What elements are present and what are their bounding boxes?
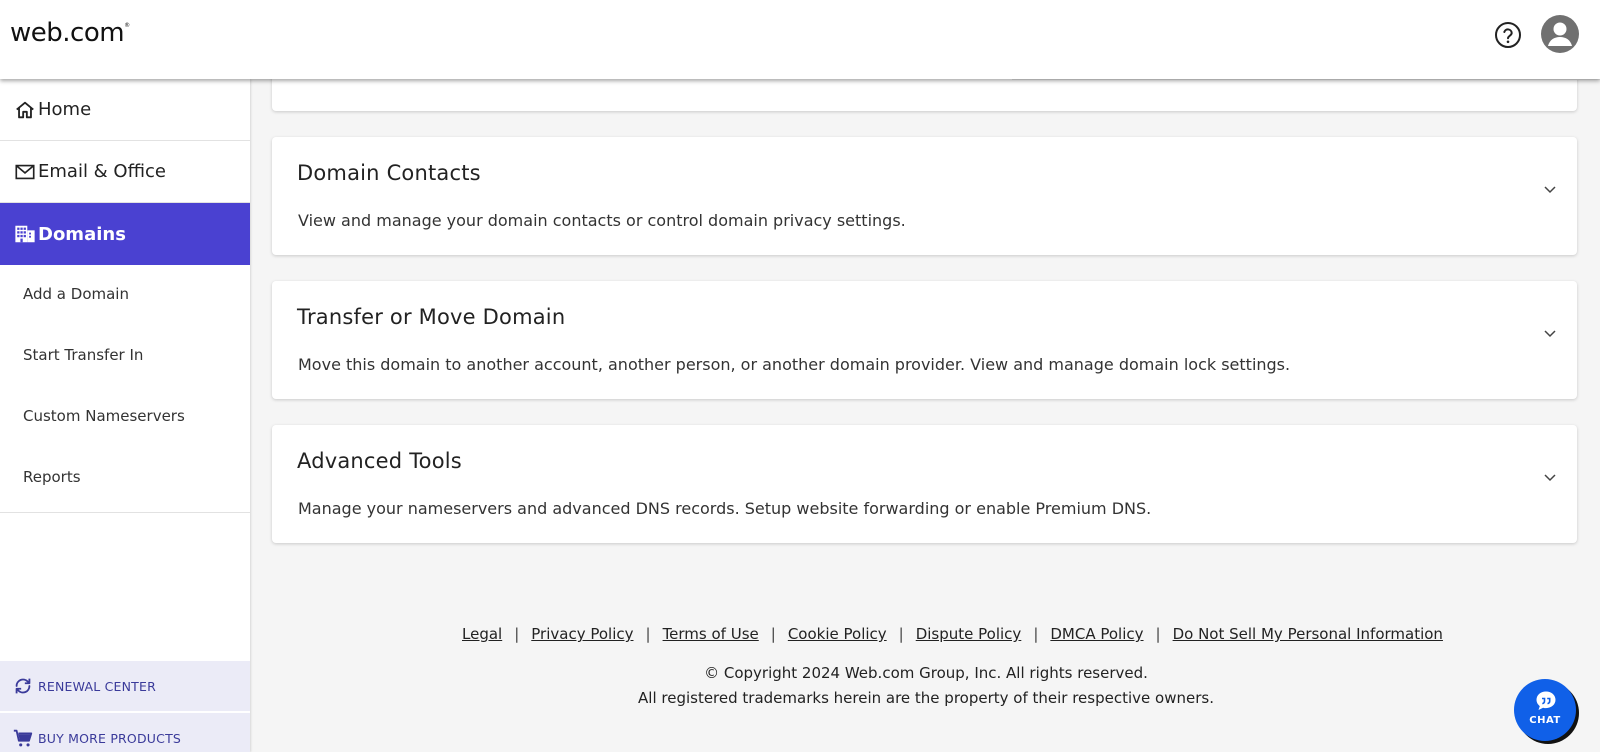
chevron-down-icon[interactable] (1542, 325, 1558, 341)
sidebar-item-label: Home (38, 99, 92, 120)
footer-separator: | (898, 625, 904, 643)
chevron-down-icon[interactable] (1542, 181, 1558, 197)
sidebar-item-domains[interactable]: Domains (0, 203, 250, 265)
card-title: Transfer or Move Domain (297, 305, 566, 329)
chat-label: CHAT (1529, 715, 1561, 726)
card-description: Manage your nameservers and advanced DNS… (298, 499, 1152, 518)
submenu-item-add-domain[interactable]: Add a Domain (23, 285, 129, 303)
chat-button[interactable]: CHAT (1514, 679, 1576, 741)
trademark-text: All registered trademarks herein are the… (638, 689, 1214, 707)
logo-text: web.com (10, 18, 125, 48)
submenu-item-start-transfer[interactable]: Start Transfer In (23, 346, 143, 364)
sidebar: Home Email & Office Domains Add a Domain… (0, 79, 250, 752)
copyright-text: © Copyright 2024 Web.com Group, Inc. All… (704, 664, 1148, 682)
footer-separator: | (1033, 625, 1039, 643)
top-bar: web.com® (0, 0, 1600, 79)
logo-trademark: ® (124, 22, 130, 29)
domains-submenu: Add a Domain Start Transfer In Custom Na… (0, 265, 250, 513)
home-icon (16, 101, 34, 118)
building-icon (15, 225, 35, 243)
sidebar-item-email-office[interactable]: Email & Office (0, 141, 250, 203)
submenu-item-custom-nameservers[interactable]: Custom Nameservers (23, 407, 185, 425)
chat-bubble-icon (1536, 691, 1556, 710)
footer-separator: | (1155, 625, 1161, 643)
card-title: Advanced Tools (297, 449, 462, 473)
footer-links: Legal | Privacy Policy | Terms of Use | … (462, 625, 1443, 643)
buy-more-products-link[interactable]: BUY MORE PRODUCTS (0, 713, 250, 752)
mail-icon (15, 164, 35, 179)
web-com-logo[interactable]: web.com® (10, 18, 130, 48)
card-title: Domain Contacts (297, 161, 481, 185)
domain-contacts-card[interactable]: Domain Contacts View and manage your dom… (272, 137, 1577, 255)
buy-more-products-label: BUY MORE PRODUCTS (38, 730, 182, 746)
footer-separator: | (770, 625, 776, 643)
card-description: Move this domain to another account, ano… (298, 355, 1291, 374)
user-avatar-icon[interactable] (1541, 15, 1579, 53)
footer-link-terms-of-use[interactable]: Terms of Use (663, 625, 759, 643)
advanced-tools-card[interactable]: Advanced Tools Manage your nameservers a… (272, 425, 1577, 543)
cart-icon (13, 729, 33, 747)
footer-link-legal[interactable]: Legal (462, 625, 502, 643)
footer-separator: | (514, 625, 520, 643)
footer-link-dispute-policy[interactable]: Dispute Policy (916, 625, 1022, 643)
sidebar-item-label: Email & Office (38, 161, 166, 182)
footer-link-cookie-policy[interactable]: Cookie Policy (788, 625, 887, 643)
sidebar-item-home[interactable]: Home (0, 79, 250, 141)
submenu-item-reports[interactable]: Reports (23, 468, 81, 486)
footer-separator: | (645, 625, 651, 643)
sidebar-item-label: Domains (38, 223, 126, 245)
card-description: View and manage your domain contacts or … (298, 211, 906, 230)
footer-link-dmca-policy[interactable]: DMCA Policy (1050, 625, 1143, 643)
question-circle-icon[interactable] (1494, 21, 1522, 49)
footer-link-do-not-sell[interactable]: Do Not Sell My Personal Information (1173, 625, 1443, 643)
transfer-move-domain-card[interactable]: Transfer or Move Domain Move this domain… (272, 281, 1577, 399)
footer-link-privacy-policy[interactable]: Privacy Policy (531, 625, 633, 643)
chevron-down-icon[interactable] (1542, 469, 1558, 485)
